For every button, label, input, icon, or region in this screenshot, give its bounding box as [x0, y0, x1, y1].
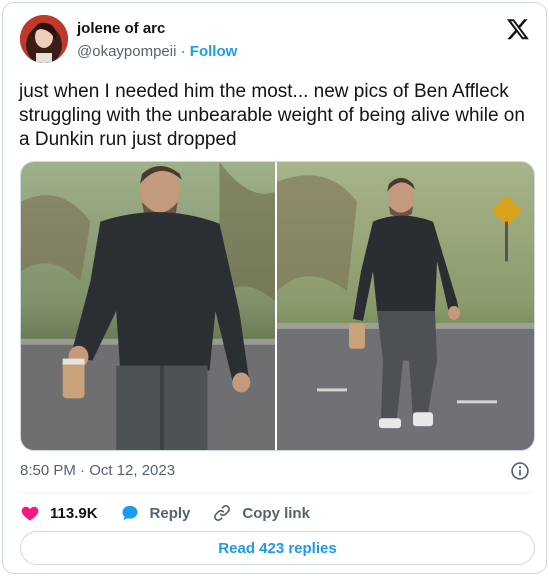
copy-link-button[interactable]: Copy link	[212, 503, 310, 523]
heart-icon	[21, 506, 39, 521]
separator-dot: ·	[180, 43, 186, 60]
info-icon[interactable]	[510, 461, 530, 481]
read-replies-button[interactable]: Read 423 replies	[20, 531, 535, 565]
like-count: 113.9K	[50, 504, 98, 522]
reply-label: Reply	[149, 504, 191, 522]
speech-bubble-icon	[122, 505, 138, 521]
embedded-tweet-card: jolene of arc @okaypompeii · Follow just…	[2, 2, 547, 574]
tweet-media[interactable]	[20, 161, 535, 451]
follow-button[interactable]: Follow	[190, 43, 238, 60]
link-icon	[214, 505, 231, 521]
tweet-actions: 113.9K Reply Copy link	[20, 502, 332, 524]
divider	[19, 492, 530, 493]
x-logo-icon[interactable]	[506, 17, 530, 41]
photo-left[interactable]	[21, 162, 277, 450]
copy-link-label: Copy link	[242, 504, 310, 522]
photo-right[interactable]	[277, 162, 534, 450]
author-handle[interactable]: @okaypompeii	[77, 43, 176, 60]
reply-button[interactable]: Reply	[120, 503, 191, 523]
author-avatar[interactable]	[20, 15, 68, 63]
author-display-name[interactable]: jolene of arc	[77, 20, 165, 37]
author-handle-row: @okaypompeii · Follow	[77, 43, 237, 60]
tweet-text: just when I needed him the most... new p…	[19, 81, 525, 150]
like-button[interactable]: 113.9K	[20, 503, 98, 523]
tweet-timestamp[interactable]: 8:50 PM · Oct 12, 2023	[20, 462, 175, 479]
